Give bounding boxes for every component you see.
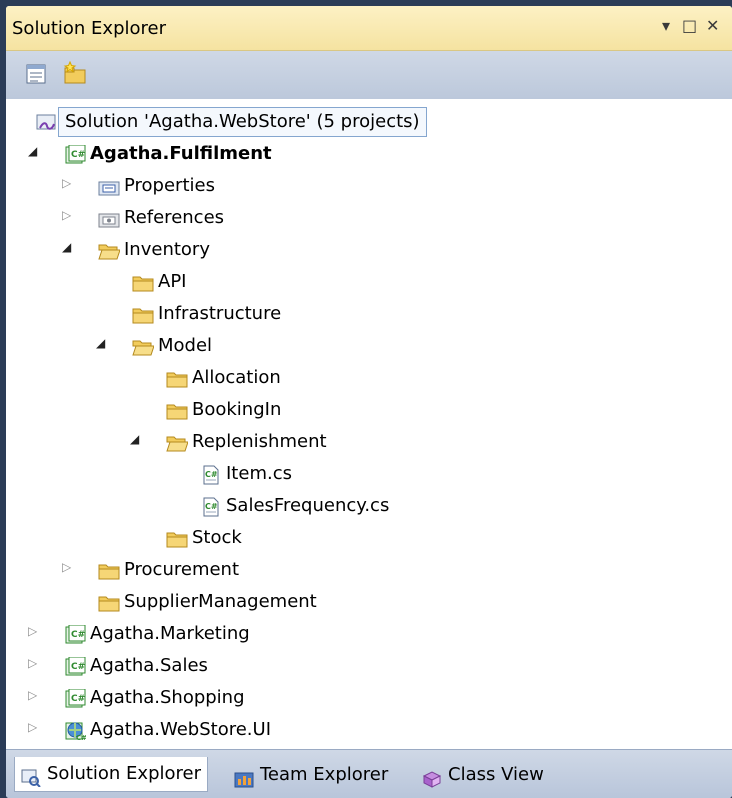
tab-label: Solution Explorer [47,763,201,784]
references-icon [98,209,120,229]
svg-text:C#: C# [71,662,85,672]
csharp-project-icon: C# [64,144,86,165]
show-all-files-icon[interactable] [62,60,88,87]
class-view-icon [422,766,442,788]
window-title: Solution Explorer [12,18,166,39]
tree-row[interactable]: ▷ C# Agatha.WebStore.UI [6,715,732,747]
tree-item-label: Stock [192,527,242,548]
tree-row[interactable]: Allocation [6,363,732,395]
collapse-arrow-icon[interactable]: ◢ [130,432,139,446]
collapse-arrow-icon[interactable]: ◢ [62,240,71,254]
csharp-project-icon: C# [64,656,86,677]
expand-arrow-icon[interactable]: ▷ [28,720,37,734]
tree-item-label: BookingIn [192,399,282,420]
pin-dropdown-icon[interactable]: ▾ [662,16,670,35]
properties-icon[interactable] [24,61,50,87]
csharp-project-icon: C# [64,688,86,709]
open-folder-icon [98,241,121,261]
tab-team-explorer[interactable]: Team Explorer [228,758,388,792]
tab-solution-explorer[interactable]: Solution Explorer [14,757,208,792]
expand-arrow-icon[interactable]: ▷ [62,176,71,190]
title-bar: Solution Explorer ▾ □ ✕ [6,6,732,51]
tree-row[interactable]: BookingIn [6,395,732,427]
tree-row[interactable]: ▷ Properties [6,171,732,203]
tree-row[interactable]: Solution 'Agatha.WebStore' (5 projects) [6,107,732,139]
toolbar [6,51,732,100]
tree-item-label: Agatha.Sales [90,655,208,676]
folder-icon [166,401,188,421]
tree-item-label: SalesFrequency.cs [226,495,390,516]
tree-item-label: Model [158,335,213,356]
tree-item-label: Allocation [192,367,281,388]
svg-text:C#: C# [205,470,218,479]
folder-icon [132,273,154,293]
tree-item-label: Procurement [124,559,240,580]
close-icon[interactable]: ✕ [706,16,719,35]
tree-row[interactable]: C# SalesFrequency.cs [6,491,732,523]
folder-icon [98,561,120,581]
expand-arrow-icon[interactable]: ▷ [62,208,71,222]
tree-row[interactable]: ◢ Inventory [6,235,732,267]
csharp-project-icon: C# [64,624,86,645]
tree-row[interactable]: API [6,267,732,299]
tree-row[interactable]: ◢ C# Agatha.Fulfilment [6,139,732,171]
tree-item-label: Infrastructure [158,303,282,324]
tree-item-label: SupplierManagement [124,591,317,612]
expand-arrow-icon[interactable]: ▷ [28,624,37,638]
tree-row[interactable]: ▷ C# Agatha.Marketing [6,619,732,651]
tree-item-label: Item.cs [226,463,292,484]
tree-row[interactable]: ▷ Procurement [6,555,732,587]
tree-row[interactable]: ◢ Replenishment [6,427,732,459]
tree-item-label: Agatha.Shopping [90,687,245,708]
solution-icon [36,113,58,133]
tree-item-label: Solution 'Agatha.WebStore' (5 projects) [58,107,427,137]
web-project-icon: C# [64,721,87,742]
tab-class-view[interactable]: Class View [416,758,544,792]
tree-row[interactable]: ▷ C# Agatha.Shopping [6,683,732,715]
folder-icon [166,529,188,549]
expand-arrow-icon[interactable]: ▷ [28,688,37,702]
folder-icon [166,369,188,389]
team-explorer-icon [234,766,254,788]
svg-text:C#: C# [71,150,85,160]
tree-item-label: Inventory [124,239,210,260]
svg-text:C#: C# [205,502,218,511]
maximize-icon[interactable]: □ [682,16,697,35]
tree-row[interactable]: Stock [6,523,732,555]
expand-arrow-icon[interactable]: ▷ [62,560,71,574]
tree-item-label: References [124,207,225,228]
expand-arrow-icon[interactable]: ▷ [28,656,37,670]
solution-explorer-window: Solution Explorer ▾ □ ✕ Solution 'Agatha… [6,6,732,798]
solution-explorer-icon [21,765,41,788]
svg-text:C#: C# [76,734,86,741]
tree-row[interactable]: ◢ Model [6,331,732,363]
properties-folder-icon [98,177,120,197]
tab-label: Class View [448,764,544,785]
tree-row[interactable]: C# Item.cs [6,459,732,491]
open-folder-icon [166,433,189,453]
tree-item-label: API [158,271,187,292]
tree-row[interactable]: ▷ References [6,203,732,235]
collapse-arrow-icon[interactable]: ◢ [96,336,105,350]
tree-row[interactable]: ▷ C# Agatha.Sales [6,651,732,683]
collapse-arrow-icon[interactable]: ◢ [28,144,37,158]
tree-item-label: Replenishment [192,431,327,452]
tree-item-label: Agatha.Marketing [90,623,250,644]
tree-row[interactable]: Infrastructure [6,299,732,331]
solution-tree: Solution 'Agatha.WebStore' (5 projects) ◢… [6,99,732,742]
tree-item-label: Properties [124,175,215,196]
csharp-file-icon: C# [200,465,222,485]
folder-icon [98,593,120,613]
tree-item-label: Agatha.WebStore.UI [90,719,272,740]
csharp-file-icon: C# [200,497,222,517]
tree-row[interactable]: SupplierManagement [6,587,732,619]
svg-text:C#: C# [71,694,85,704]
folder-icon [132,305,154,325]
tab-label: Team Explorer [260,764,389,785]
open-folder-icon [132,337,155,357]
tree-item-label: Agatha.Fulfilment [90,143,272,164]
svg-text:C#: C# [71,630,85,640]
bottom-tab-bar: Solution Explorer Team Explorer Class Vi… [6,749,732,798]
